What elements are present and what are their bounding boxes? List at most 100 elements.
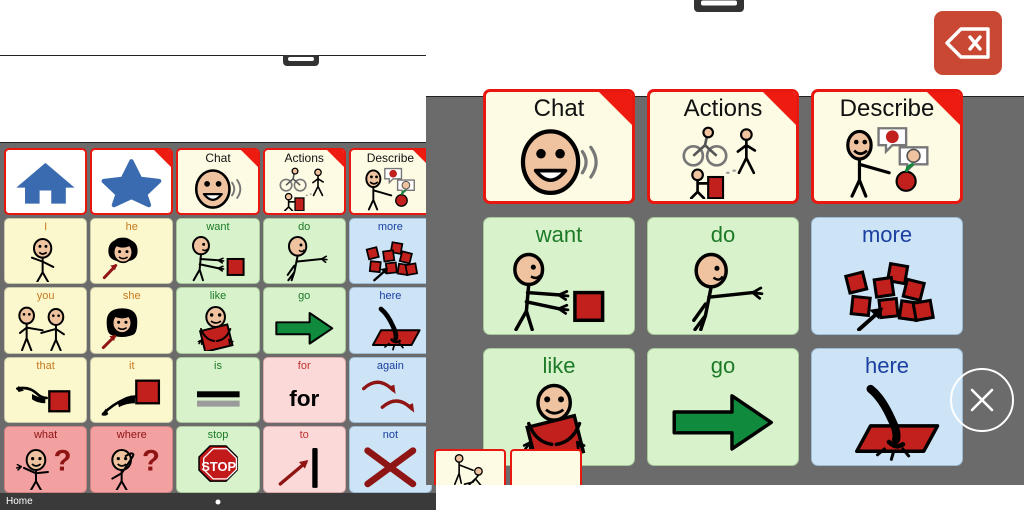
person-question-icon: ? (5, 442, 86, 492)
overlay-tile-more[interactable]: more (811, 217, 963, 335)
tile-again[interactable]: again (348, 356, 432, 424)
tile-it[interactable]: it (90, 356, 174, 424)
tile-label: here (864, 353, 910, 378)
tile-what[interactable]: what? (4, 426, 88, 493)
tile-home[interactable] (4, 148, 88, 215)
tile-describe[interactable]: Describe (348, 148, 432, 215)
two-people-pointing-icon (5, 303, 86, 353)
tile-label: Describe (366, 151, 415, 165)
overlay-tile-want[interactable]: want (483, 217, 635, 335)
describe-icon (351, 165, 430, 213)
tile-chat[interactable]: Chat (176, 148, 260, 215)
many-squares-arrow-icon (812, 248, 962, 334)
hand-pointing-surface-icon (350, 303, 431, 353)
talking-face-icon (486, 122, 632, 201)
tile-you[interactable]: you (4, 287, 88, 354)
overlay-tile-describe[interactable]: Describe (811, 89, 963, 204)
describe-icon (814, 122, 960, 201)
tile-label: here (379, 290, 402, 303)
tile-here[interactable]: here (348, 287, 432, 354)
drag-handle[interactable] (283, 55, 319, 66)
drag-handle[interactable] (694, 0, 744, 12)
two-curved-arrows-icon (350, 373, 431, 423)
overlay-tile-chat[interactable]: Chat (483, 89, 635, 204)
tile-label: I (44, 220, 48, 233)
tile-label: Chat (205, 151, 231, 165)
tile-label: that (36, 359, 55, 372)
home-icon (6, 152, 85, 213)
blank-icon (512, 451, 580, 485)
folded-corner-icon (240, 150, 258, 167)
tile-label: to (299, 429, 309, 442)
tile-he[interactable]: he (90, 217, 174, 285)
tile-label: want (535, 222, 583, 247)
close-overlay-button[interactable] (950, 368, 1014, 432)
tile-want[interactable]: want (176, 217, 260, 285)
svg-text:for: for (289, 386, 319, 411)
tile-label: more (861, 222, 913, 247)
tile-not[interactable]: not (348, 426, 432, 493)
many-squares-arrow-icon (350, 234, 431, 284)
tile-label: is (214, 359, 222, 372)
green-arrow-right-icon (264, 303, 345, 353)
talking-face-icon (178, 165, 257, 213)
hand-pointing-surface-icon (812, 379, 962, 465)
tile-that[interactable]: that (4, 356, 88, 424)
overlay-bottom-tile-1[interactable] (510, 449, 582, 485)
tile-actions[interactable]: Actions (262, 148, 346, 215)
backspace-delete-icon (945, 27, 990, 59)
actions-icon (650, 122, 796, 201)
tile-i[interactable]: I (4, 217, 88, 285)
overlay-tile-here[interactable]: here (811, 348, 963, 466)
tile-more[interactable]: more (348, 217, 432, 285)
board-name-label: Home (6, 496, 33, 507)
tile-like[interactable]: like (176, 287, 260, 354)
tile-for[interactable]: for for (262, 356, 346, 424)
stop-sign-icon: STOP (177, 442, 258, 492)
overlay-tile-actions[interactable]: Actions (647, 89, 799, 204)
tile-label: Chat (533, 95, 585, 122)
folded-corner-icon (326, 150, 344, 167)
girl-face-arrow-icon (91, 303, 172, 353)
person-reaching-square-icon (484, 248, 634, 334)
tile-is[interactable]: is (176, 356, 260, 424)
person-looking-question-icon: ? (91, 442, 172, 492)
magnified-overlay-window: Chat Actions Describe want do more like go here (426, 0, 1024, 485)
svg-text:?: ? (141, 445, 159, 478)
overlay-symbol-grid: Chat Actions Describe want do more like go here (483, 89, 963, 466)
tile-label: where (116, 429, 147, 442)
folded-corner-icon (927, 92, 960, 125)
person-reaching-square-icon (177, 234, 258, 284)
tile-she[interactable]: she (90, 287, 174, 354)
tile-label: not (382, 429, 399, 442)
word-for-icon: for (264, 373, 345, 423)
tile-label: like (209, 290, 227, 303)
message-bar[interactable] (0, 55, 436, 143)
person-hugging-square-icon (177, 303, 258, 353)
tile-label: Actions (284, 151, 324, 165)
green-arrow-right-icon (648, 379, 798, 465)
tile-label: more (377, 220, 403, 233)
svg-text:STOP: STOP (201, 459, 236, 474)
tile-label: do (298, 220, 311, 233)
tile-label: stop (207, 429, 229, 442)
overlay-tile-go[interactable]: go (647, 348, 799, 466)
arrow-to-bar-icon (264, 442, 345, 492)
tile-label: you (36, 290, 55, 303)
tile-to[interactable]: to (262, 426, 346, 493)
hand-pointing-square-icon (91, 373, 172, 423)
actions-icon (265, 165, 344, 213)
overlay-bottom-tile-0[interactable] (434, 449, 506, 485)
tile-star[interactable] (90, 148, 174, 215)
tile-stop[interactable]: stop STOP (176, 426, 260, 493)
tile-where[interactable]: where? (90, 426, 174, 493)
tile-do[interactable]: do (262, 217, 346, 285)
tile-label: do (710, 222, 736, 247)
overlay-bottom-tiles (434, 449, 582, 485)
overlay-tile-do[interactable]: do (647, 217, 799, 335)
person-reaching-icon (648, 248, 798, 334)
backspace-button[interactable] (934, 11, 1002, 75)
symbol-grid: Chat Actions Describe Ihe want do more you she li… (4, 148, 432, 493)
folded-corner-icon (599, 92, 632, 125)
tile-go[interactable]: go (262, 287, 346, 354)
